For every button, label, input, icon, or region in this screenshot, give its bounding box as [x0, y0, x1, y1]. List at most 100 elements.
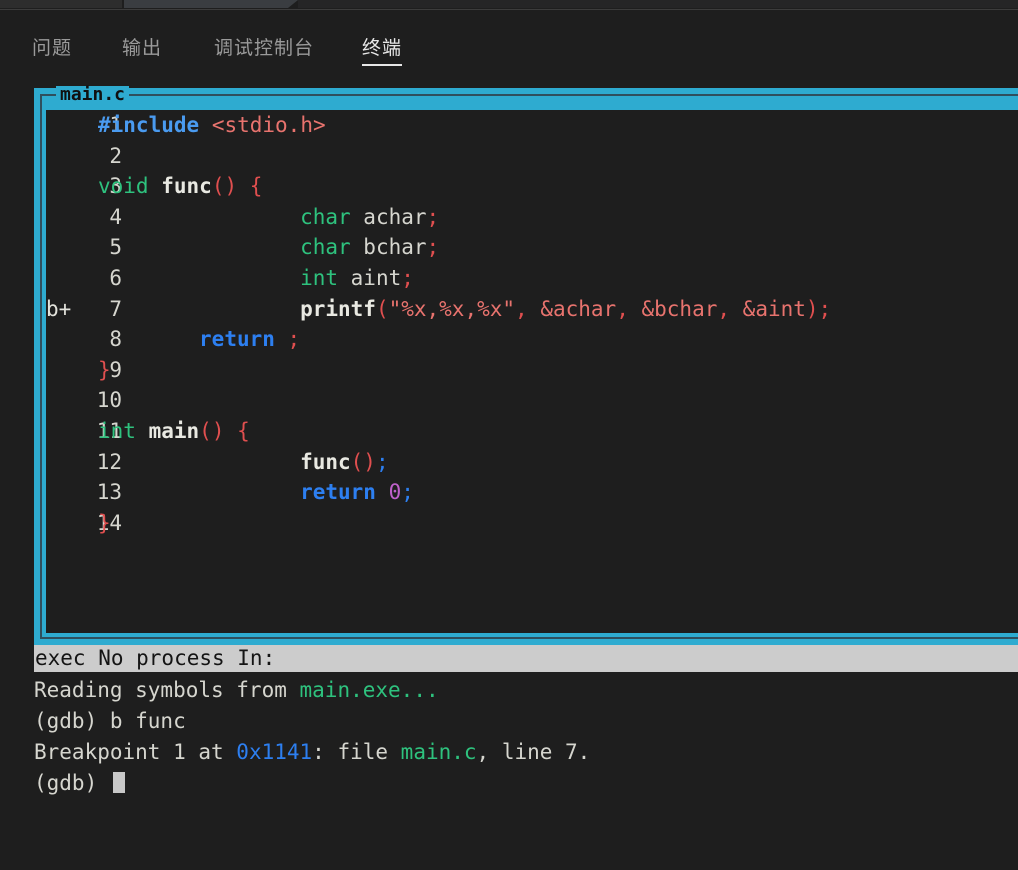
code-token: achar [350, 204, 427, 229]
code-token: int [300, 265, 339, 290]
console-text: main.c [400, 740, 477, 764]
editor-tab-inactive[interactable] [0, 0, 122, 8]
vscode-window: 问题 输出 调试控制台 终端 main.c 1 #include <stdio.h… [0, 0, 1018, 870]
line-number: 12 [96, 449, 122, 474]
gdb-console-output[interactable]: Reading symbols from main.exe... (gdb) b … [34, 675, 1018, 815]
console-line: Breakpoint 1 at 0x1141: file main.c, lin… [34, 737, 1018, 768]
console-line: Reading symbols from main.exe... [34, 675, 1018, 706]
code-token: printf [300, 296, 376, 321]
code-text: #include <stdio.h> [98, 110, 326, 141]
code-token: return [199, 327, 275, 352]
tab-problems[interactable]: 问题 [32, 24, 72, 68]
panel-header: 问题 输出 调试控制台 终端 [0, 10, 1018, 85]
code-token: char [300, 235, 351, 260]
code-text: char achar; [300, 202, 439, 233]
gdb-status-bar: exec No process In: [34, 645, 1018, 672]
code-token: () [199, 418, 225, 443]
tab-problems-label: 问题 [32, 36, 73, 59]
code-token: ; [375, 449, 389, 474]
code-line: 2 [46, 141, 1018, 172]
terminal-cursor [112, 772, 125, 793]
code-token: ; [426, 235, 440, 260]
line-number: 2 [109, 143, 122, 168]
gdb-tui-code-area[interactable]: 1 #include <stdio.h> 2 3 void func() {4 char … [46, 110, 1018, 633]
code-token: ; [818, 296, 832, 321]
line-number: 9 [109, 357, 122, 382]
code-line: 14} [46, 508, 1018, 539]
code-token: &bchar [628, 296, 718, 321]
line-number: 10 [96, 388, 122, 413]
code-token: } [98, 357, 111, 382]
code-token: &aint [730, 296, 806, 321]
console-text: ... [400, 678, 439, 702]
code-text: char bchar; [300, 232, 439, 263]
console-line: (gdb) b func [34, 706, 1018, 737]
code-token: { [237, 418, 250, 443]
line-number: 14 [96, 510, 122, 535]
code-token: , [616, 296, 629, 321]
gdb-tui-source-window: main.c 1 #include <stdio.h> 2 3 void func() … [34, 86, 1018, 645]
code-token: "%x,%x,%x" [388, 296, 516, 321]
code-text: return ; [199, 324, 300, 355]
code-token: &achar [527, 296, 617, 321]
tab-terminal-label: 终端 [362, 36, 403, 59]
code-line: 4 char achar; [46, 202, 1018, 233]
console-text: , line 7. [476, 740, 591, 764]
console-text: (gdb) b func [34, 709, 186, 733]
code-token: () [350, 449, 376, 474]
tab-debug-console-label: 调试控制台 [214, 36, 315, 59]
code-token: void [98, 174, 149, 199]
code-text: int main() { [98, 416, 250, 447]
code-line: 3 void func() { [46, 171, 1018, 202]
code-token: , [717, 296, 731, 321]
code-line: 5 char bchar; [46, 232, 1018, 263]
code-text: int aint; [300, 263, 414, 294]
code-token: ; [287, 327, 301, 352]
code-line: 13 return 0; [46, 477, 1018, 508]
code-token: return [300, 480, 376, 505]
code-token: main [148, 418, 200, 443]
code-token: bchar [350, 235, 427, 260]
panel-tab-list: 问题 输出 调试控制台 终端 [0, 24, 403, 68]
code-token: ) [805, 296, 819, 321]
code-token: ( [375, 296, 389, 321]
code-token: func [161, 174, 212, 199]
tab-output[interactable]: 输出 [122, 24, 162, 68]
code-line: 9} [46, 355, 1018, 386]
line-number: 13 [96, 480, 122, 505]
code-token: aint [338, 265, 402, 290]
console-text: : file [312, 740, 401, 764]
code-text: return 0; [300, 477, 414, 508]
tab-output-label: 输出 [122, 36, 163, 59]
line-number: 5 [109, 235, 122, 260]
editor-tab-active[interactable] [124, 0, 298, 8]
code-line: 11 int main() { [46, 416, 1018, 447]
code-line: b+ 7 printf("%x,%x,%x", &achar, &bchar, &a… [46, 294, 1018, 325]
code-token: int [98, 418, 136, 443]
editor-tab-strip [0, 0, 1018, 9]
line-number: 7 [109, 296, 122, 321]
code-text: func(); [300, 447, 389, 478]
tab-terminal-active-underline [362, 64, 403, 66]
editor-tab-background [298, 0, 1018, 8]
tab-terminal[interactable]: 终端 [362, 24, 403, 68]
code-token: ; [401, 480, 414, 505]
tab-debug-console[interactable]: 调试控制台 [214, 24, 314, 68]
code-line: 8 return ; [46, 324, 1018, 355]
code-line: 10 [46, 385, 1018, 416]
code-token: <stdio.h> [211, 113, 326, 137]
code-token: ; [401, 265, 414, 290]
code-token: , [515, 296, 528, 321]
code-text: printf("%x,%x,%x", &achar, &bchar, &aint… [300, 294, 831, 325]
code-token: { [249, 174, 263, 199]
console-line: (gdb) [34, 768, 1018, 799]
code-text: void func() { [98, 171, 262, 202]
code-text: } [98, 508, 111, 539]
